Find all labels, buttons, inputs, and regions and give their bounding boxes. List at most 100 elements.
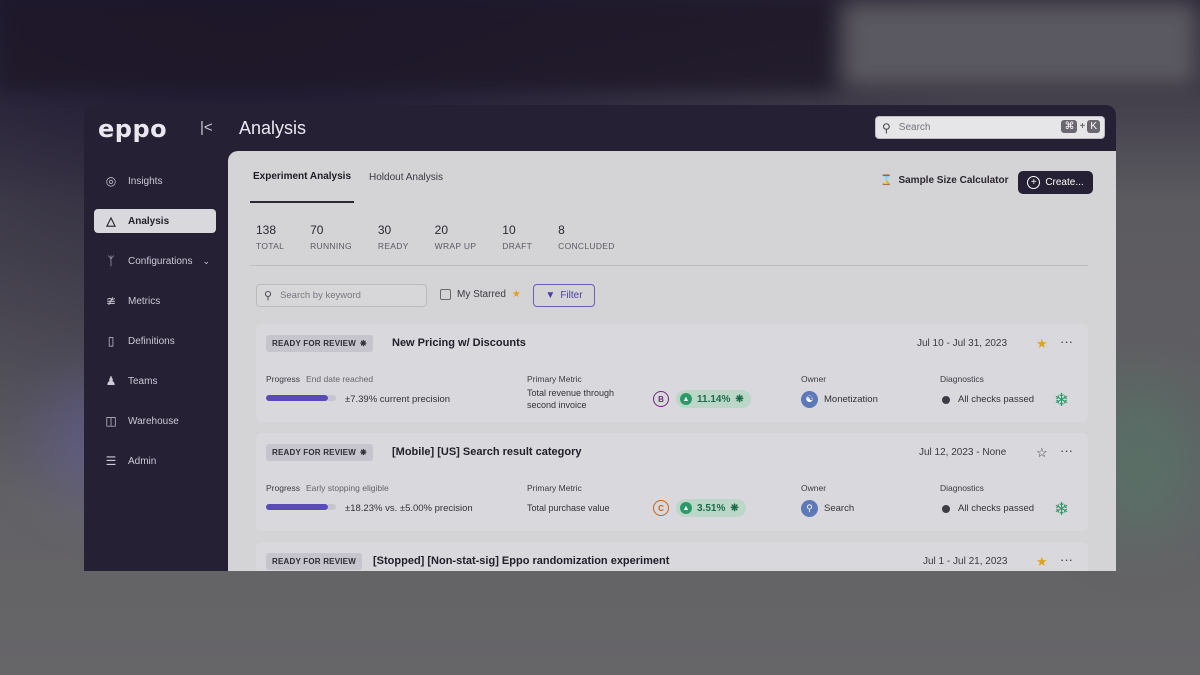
owner-value: Search bbox=[824, 503, 855, 514]
stat-count: 8 bbox=[558, 223, 565, 237]
plus-circle-icon: + bbox=[1027, 176, 1041, 189]
confetti-icon: ❄ bbox=[1054, 499, 1070, 519]
metric-name-line1: Total revenue through bbox=[527, 388, 615, 398]
experiment-card[interactable]: READY FOR REVIEW [Stopped] [Non-stat-sig… bbox=[256, 542, 1088, 571]
sidebar-item-label: Warehouse bbox=[128, 415, 179, 427]
badge-label: READY FOR REVIEW bbox=[272, 448, 356, 457]
more-options-icon[interactable]: ··· bbox=[1060, 552, 1073, 567]
primary-metric-label: Primary Metric bbox=[527, 374, 582, 384]
analysis-tabs: Experiment Analysis Holdout Analysis bbox=[250, 151, 446, 203]
arrow-up-icon: ▲ bbox=[680, 502, 692, 514]
experiment-date: Jul 1 - Jul 21, 2023 bbox=[923, 556, 1008, 567]
more-options-icon[interactable]: ··· bbox=[1060, 334, 1073, 349]
more-options-icon[interactable]: ··· bbox=[1060, 443, 1073, 458]
hourglass-icon: ⌛ bbox=[880, 175, 893, 186]
diagnostics-dot bbox=[942, 396, 950, 404]
owner-value: Monetization bbox=[824, 394, 878, 405]
eppo-logo: eppo bbox=[98, 115, 168, 143]
metric-grade: B bbox=[653, 391, 669, 407]
filter-button[interactable]: ▼ Filter bbox=[533, 284, 595, 307]
funnel-icon: ▼ bbox=[545, 290, 556, 301]
stat-count: 138 bbox=[256, 223, 277, 237]
book-icon: ▯ bbox=[107, 334, 115, 348]
progress-bar bbox=[266, 395, 336, 401]
lightbulb-icon: ◎ bbox=[105, 174, 117, 188]
stat-label: CONCLUDED bbox=[558, 241, 615, 251]
tab-experiment-analysis[interactable]: Experiment Analysis bbox=[250, 151, 355, 203]
sidebar-item-label: Insights bbox=[128, 175, 163, 187]
party-icon: ❋ bbox=[359, 448, 367, 457]
stat-label: WRAP UP bbox=[434, 241, 477, 251]
stat-draft[interactable]: 10 DRAFT bbox=[502, 223, 532, 251]
main-panel: Experiment Analysis Holdout Analysis ⌛ S… bbox=[228, 151, 1116, 571]
sidebar-item-label: Admin bbox=[128, 455, 157, 467]
lift-pill: ▲ 3.51% ❋ bbox=[676, 499, 746, 517]
global-search[interactable]: ⚲ Search ⌘ + K bbox=[875, 116, 1105, 139]
sidebar-item-configurations[interactable]: ᛉ Configurations ⌄ bbox=[94, 249, 216, 273]
sidebar-item-insights[interactable]: ◎ Insights bbox=[94, 169, 216, 193]
metric-name-line1: Total purchase value bbox=[527, 503, 610, 513]
keyword-search-input[interactable]: ⚲ Search by keyword bbox=[256, 284, 427, 307]
experiment-date: Jul 12, 2023 - None bbox=[919, 447, 1007, 458]
lift-pill: ▲ 11.14% ❋ bbox=[676, 390, 751, 408]
search-icon: ⚲ bbox=[882, 120, 891, 135]
create-label: Create... bbox=[1045, 177, 1084, 188]
branch-icon: ᛉ bbox=[107, 254, 115, 268]
experiment-date: Jul 10 - Jul 31, 2023 bbox=[917, 338, 1008, 349]
party-icon: ❋ bbox=[359, 339, 367, 348]
diagnostics-label: Diagnostics bbox=[940, 483, 984, 493]
owner-label: Owner bbox=[801, 483, 827, 493]
progress-heading: Progress bbox=[266, 374, 301, 384]
trend-icon: ≇ bbox=[105, 294, 117, 308]
sample-size-calculator-button[interactable]: ⌛ Sample Size Calculator bbox=[880, 175, 1009, 186]
my-starred-toggle[interactable]: My Starred ★ bbox=[440, 289, 521, 300]
star-filled-icon[interactable]: ★ bbox=[1036, 336, 1048, 352]
progress-note: Early stopping eligible bbox=[306, 483, 389, 493]
search-icon: ⚲ bbox=[264, 290, 273, 302]
stat-concluded[interactable]: 8 CONCLUDED bbox=[558, 223, 615, 251]
stat-wrap-up[interactable]: 20 WRAP UP bbox=[435, 223, 477, 251]
stat-total[interactable]: 138 TOTAL bbox=[256, 223, 284, 251]
my-starred-checkbox[interactable] bbox=[440, 289, 451, 300]
stat-count: 20 bbox=[434, 223, 449, 237]
sidebar-item-label: Configurations bbox=[128, 255, 193, 267]
star-outline-icon[interactable]: ☆ bbox=[1036, 445, 1048, 461]
create-button[interactable]: + Create... bbox=[1018, 171, 1093, 194]
experiment-title[interactable]: [Stopped] [Non-stat-sig] Eppo randomizat… bbox=[373, 555, 669, 567]
progress-label: Progress End date reached bbox=[266, 374, 373, 384]
sidebar-item-label: Teams bbox=[128, 375, 158, 387]
team-avatar-icon: ☯ bbox=[801, 391, 818, 408]
sidebar-item-teams[interactable]: ♟ Teams bbox=[94, 369, 216, 393]
star-filled-icon[interactable]: ★ bbox=[1036, 554, 1048, 570]
progress-value: ±7.39% current precision bbox=[345, 394, 451, 405]
badge-label: READY FOR REVIEW bbox=[272, 557, 356, 566]
stat-label: READY bbox=[377, 241, 409, 251]
stat-running[interactable]: 70 RUNNING bbox=[310, 223, 352, 251]
diagnostics-label: Diagnostics bbox=[940, 374, 984, 384]
users-icon: ♟ bbox=[105, 374, 117, 388]
experiment-title[interactable]: [Mobile] [US] Search result category bbox=[392, 446, 582, 458]
sliders-icon: ☰ bbox=[105, 454, 117, 468]
sidebar-item-label: Analysis bbox=[128, 215, 170, 227]
diagnostics-dot bbox=[942, 505, 950, 513]
collapse-sidebar-icon[interactable]: |< bbox=[200, 119, 213, 136]
sidebar-item-metrics[interactable]: ≇ Metrics bbox=[94, 289, 216, 313]
experiment-card[interactable]: READY FOR REVIEW ❋ [Mobile] [US] Search r… bbox=[256, 433, 1088, 531]
stat-label: TOTAL bbox=[256, 241, 285, 251]
stat-ready[interactable]: 30 READY bbox=[378, 223, 409, 251]
progress-label: Progress Early stopping eligible bbox=[266, 483, 389, 493]
chevron-down-icon: ⌄ bbox=[202, 255, 210, 266]
experiment-title[interactable]: New Pricing w/ Discounts bbox=[392, 337, 526, 349]
confetti-icon: ❄ bbox=[1054, 390, 1070, 410]
star-icon: ★ bbox=[511, 289, 521, 300]
metric-grade: C bbox=[653, 500, 669, 516]
divider bbox=[250, 265, 1088, 266]
sidebar-item-admin[interactable]: ☰ Admin bbox=[94, 449, 216, 473]
tab-holdout-analysis[interactable]: Holdout Analysis bbox=[366, 151, 446, 203]
sidebar-item-warehouse[interactable]: ◫ Warehouse bbox=[94, 409, 216, 433]
progress-heading: Progress bbox=[266, 483, 301, 493]
sidebar-item-definitions[interactable]: ▯ Definitions bbox=[94, 329, 216, 353]
sidebar-item-label: Metrics bbox=[128, 295, 161, 307]
sidebar-item-analysis[interactable]: △ Analysis bbox=[94, 209, 216, 233]
experiment-card[interactable]: READY FOR REVIEW ❋ New Pricing w/ Discoun… bbox=[256, 324, 1088, 422]
